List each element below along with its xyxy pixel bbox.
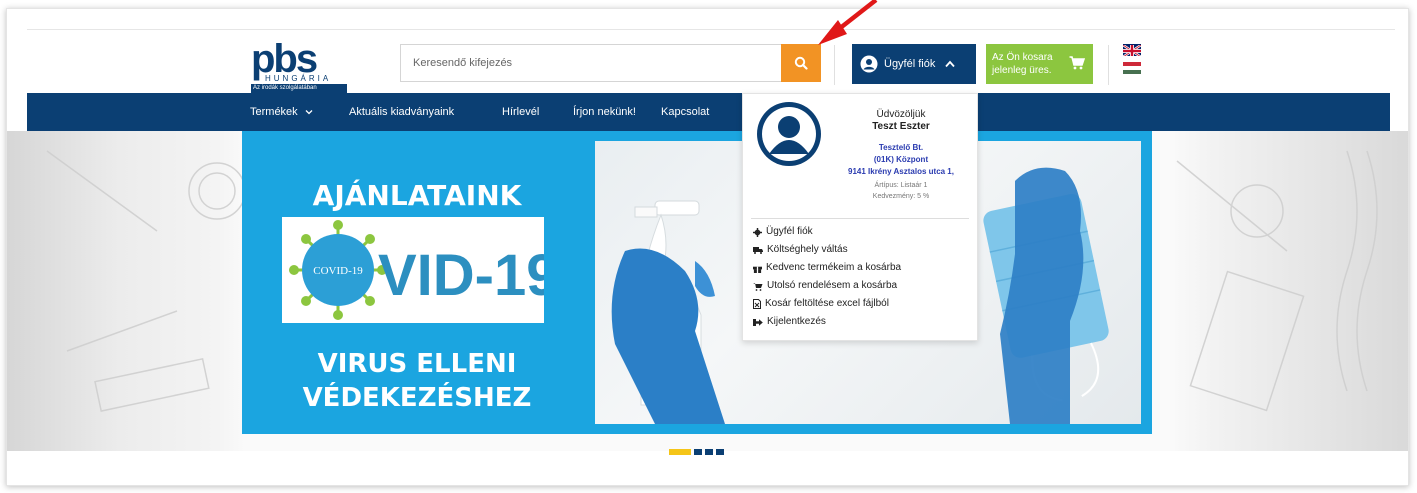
user-name: Teszt Eszter	[872, 121, 930, 132]
covid-logo: COVID-19 VID-19	[282, 217, 559, 323]
company-address: 9141 Ikrény Asztalos utca 1,	[848, 167, 954, 176]
cart-button[interactable]: Az Ön kosara jelenleg üres.	[986, 44, 1093, 84]
carousel-dot-3[interactable]	[705, 449, 713, 455]
truck-icon	[753, 247, 763, 254]
menu-item-cost-center[interactable]: Költséghely váltás	[753, 241, 901, 259]
hero-title: AJÁNLATAINK	[312, 179, 522, 212]
menu-item-excel-upload[interactable]: Kosár feltöltése excel fájlból	[753, 295, 901, 313]
carousel-dot-2[interactable]	[694, 449, 702, 455]
price-type: Ártípus: Listaár 1	[874, 182, 928, 189]
gear-icon	[753, 227, 762, 237]
discount: Kedvezmény: 5 %	[872, 193, 930, 200]
account-label: Ügyfél fiók	[884, 58, 936, 70]
carousel-dot-4[interactable]	[716, 449, 724, 455]
welcome-text: Üdvözöljük	[876, 109, 926, 120]
account-menu: Ügyfél fiók Költséghely váltás Kedvenc t…	[753, 223, 901, 331]
chevron-up-icon	[945, 60, 956, 68]
header-separator	[834, 45, 835, 85]
nav-item-publications[interactable]: Aktuális kiadványaink	[349, 93, 454, 131]
hero-line-1: VIRUS ELLENI	[317, 349, 517, 379]
cart-icon	[1069, 56, 1085, 70]
pbs-logo[interactable]: pbs HUNGÁRIA Az irodák szolgálatában	[251, 37, 351, 93]
nav-item-contact[interactable]: Kapcsolat	[661, 93, 709, 131]
menu-item-logout[interactable]: Kijelentkezés	[753, 313, 901, 331]
menu-item-account[interactable]: Ügyfél fiók	[753, 223, 901, 241]
gift-icon	[753, 266, 762, 273]
chevron-down-icon	[305, 110, 313, 115]
avatar	[757, 102, 821, 166]
account-button[interactable]: Ügyfél fiók	[852, 44, 976, 84]
branch-name: (01K) Központ	[873, 155, 929, 164]
logo-tagline: Az irodák szolgálatában	[251, 84, 347, 93]
search-icon	[794, 56, 808, 70]
english-flag-icon[interactable]	[1123, 44, 1141, 56]
logout-icon	[753, 318, 763, 326]
account-dropdown: Üdvözöljük Teszt Eszter Tesztelő Bt. (01…	[742, 93, 978, 341]
logo-sub: HUNGÁRIA	[265, 74, 332, 83]
search-input[interactable]: Keresendő kifejezés	[400, 44, 781, 82]
nav-item-newsletter[interactable]: Hírlevél	[502, 93, 539, 131]
main-navbar: Termékek Aktuális kiadványaink Hírlevél …	[27, 93, 1390, 131]
menu-item-favorites[interactable]: Kedvenc termékeim a kosárba	[753, 259, 901, 277]
nav-item-write-us[interactable]: Írjon nekünk!	[573, 93, 636, 131]
file-icon	[753, 299, 761, 309]
header-separator	[1108, 45, 1109, 85]
browser-page: pbs HUNGÁRIA Az irodák szolgálatában Ker…	[6, 8, 1409, 486]
covid-big-text: VID-19	[378, 243, 544, 308]
carousel-indicator	[669, 449, 724, 455]
covid-small-text: COVID-19	[313, 265, 363, 277]
hero-line-2: VÉDEKEZÉSHEZ	[302, 383, 532, 413]
hero-banner[interactable]: AJÁNLATAINK COVID-19 VID-19 VIRUS ELLENI…	[242, 131, 1152, 434]
company-name: Tesztelő Bt.	[878, 143, 924, 152]
language-switcher	[1123, 44, 1141, 74]
top-divider	[27, 29, 1395, 30]
search-button[interactable]	[781, 44, 821, 82]
dropdown-divider	[751, 218, 969, 219]
carousel-dot-1[interactable]	[669, 449, 691, 455]
hungarian-flag-icon[interactable]	[1123, 62, 1141, 74]
menu-item-last-order[interactable]: Utolsó rendelésem a kosárba	[753, 277, 901, 295]
cart-icon	[753, 282, 763, 291]
nav-item-products[interactable]: Termékek	[250, 93, 313, 131]
user-circle-icon	[860, 55, 878, 73]
